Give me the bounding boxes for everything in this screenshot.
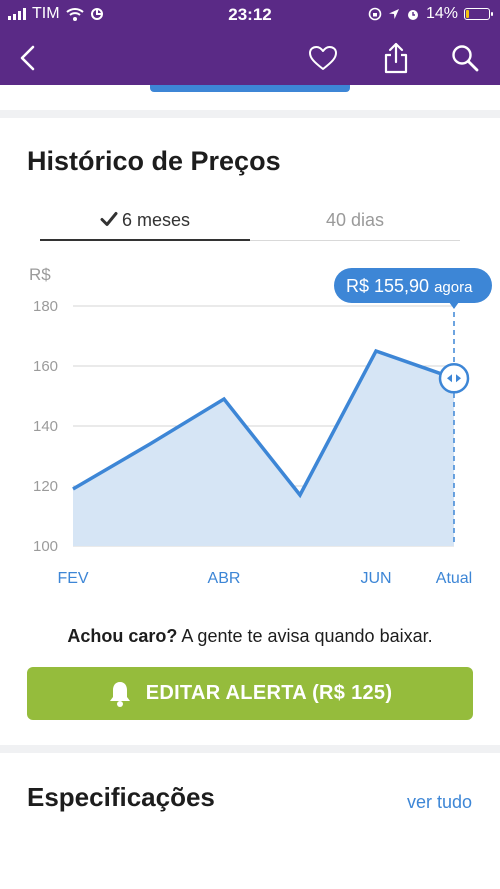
- x-tick-label: JUN: [360, 570, 391, 587]
- search-icon: [452, 45, 479, 72]
- x-tick-label: ABR: [208, 570, 241, 587]
- tab-40-dias-label: 40 dias: [325, 210, 385, 230]
- edit-alert-label: EDITAR ALERTA (R$ 125): [145, 682, 393, 704]
- checkmark-icon: [100, 212, 118, 226]
- section-divider: [0, 110, 500, 118]
- alarm-icon: [407, 10, 418, 20]
- period-tabs: 6 meses 40 dias: [40, 205, 460, 241]
- status-right: 14%: [368, 5, 493, 23]
- y-tick-label: 120: [33, 478, 58, 495]
- alert-message: Achou caro? A gente te avisa quando baix…: [0, 626, 500, 647]
- battery-level: [466, 10, 470, 18]
- battery-icon: [464, 8, 493, 20]
- search-button[interactable]: [445, 38, 485, 78]
- heart-icon: [309, 46, 337, 70]
- current-point-handle: [438, 363, 470, 394]
- navigation-bar: [0, 30, 500, 85]
- share-button[interactable]: [376, 38, 416, 78]
- edit-alert-button[interactable]: EDITAR ALERTA (R$ 125): [27, 667, 473, 720]
- back-button[interactable]: [8, 38, 48, 78]
- price-history-title: Histórico de Preços: [27, 146, 281, 176]
- battery-percent: 14%: [425, 5, 458, 22]
- y-tick-label: 180: [33, 298, 58, 315]
- y-tick-label: 100: [33, 538, 58, 555]
- price-chart: 180 160 140 120 100 R$ R$ 155,90 agora FEV ABR JUN…: [29, 265, 492, 587]
- y-tick-label: 160: [33, 358, 58, 375]
- status-bar: TIM 23:12 14%: [0, 0, 500, 30]
- section-divider: [0, 745, 500, 753]
- tab-40-dias[interactable]: 40 dias: [250, 205, 460, 241]
- y-axis-label: R$: [29, 265, 51, 284]
- price-tooltip-text: R$ 155,90 agora: [346, 276, 473, 296]
- price-tooltip-suffix: agora: [434, 279, 473, 296]
- specs-title: Especificações: [27, 782, 215, 812]
- share-icon: [384, 42, 408, 74]
- alert-message-rest: A gente te avisa quando baixar.: [177, 626, 433, 646]
- bell-icon: [109, 681, 130, 707]
- tab-6-meses[interactable]: 6 meses: [40, 205, 250, 241]
- x-tick-label: Atual: [436, 570, 472, 587]
- previous-button-edge[interactable]: [150, 85, 350, 92]
- y-tick-label: 140: [33, 418, 58, 435]
- screen-lock-icon: [368, 7, 382, 21]
- x-tick-label: FEV: [57, 570, 88, 587]
- price-tooltip-value: R$ 155,90: [346, 276, 429, 296]
- favorite-button[interactable]: [303, 38, 343, 78]
- alert-message-bold: Achou caro?: [67, 626, 178, 646]
- location-icon: [388, 9, 399, 19]
- tab-6-meses-label: 6 meses: [121, 210, 191, 230]
- back-chevron-icon: [20, 45, 35, 71]
- see-all-link[interactable]: ver tudo: [407, 792, 472, 813]
